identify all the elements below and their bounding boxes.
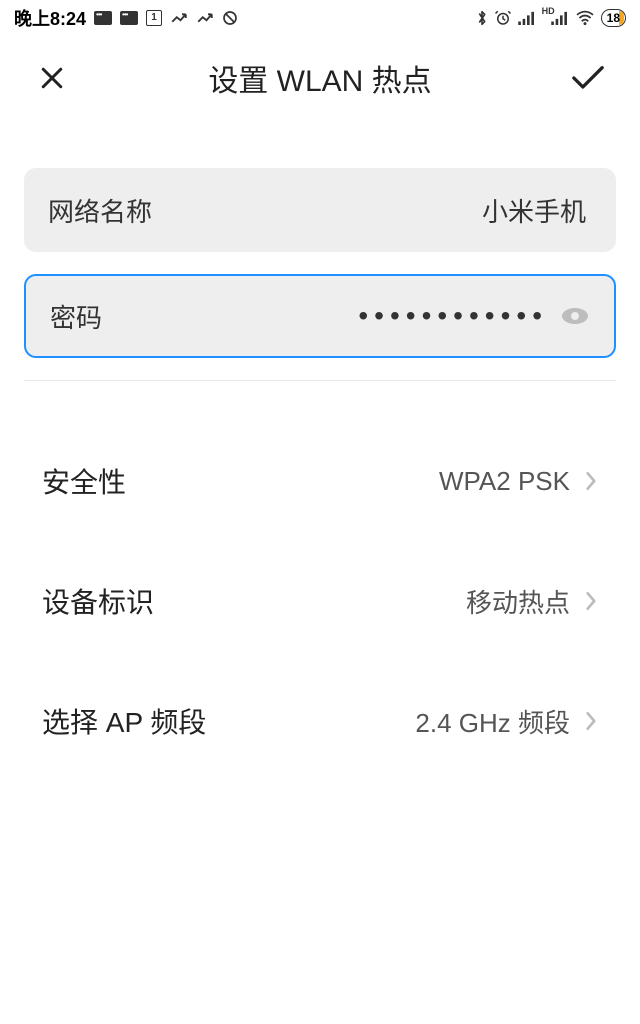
ap-band-setting[interactable]: 选择 AP 频段 2.4 GHz 频段 [24,661,616,781]
password-label: 密码 [50,298,102,335]
missed-call-icon [170,11,188,25]
battery-indicator: 18 [601,9,626,27]
checkmark-icon [570,63,606,93]
password-value: •••••••••••• [102,300,560,332]
status-bar: 晚上8:24 1 HD 18 [0,0,640,36]
ap-band-label: 选择 AP 频段 [42,701,415,741]
device-id-label: 设备标识 [42,581,466,621]
missed-call-icon [196,11,214,25]
header: 设置 WLAN 热点 [0,36,640,120]
close-button[interactable] [30,56,74,100]
hd-signal-icon: HD [542,11,569,25]
network-name-value: 小米手机 [152,192,592,229]
content: 网络名称 小米手机 密码 •••••••••••• 安全性 WPA2 PSK 设… [0,168,640,781]
chevron-right-icon [584,470,598,492]
ap-band-value: 2.4 GHz 频段 [415,703,570,740]
network-name-label: 网络名称 [48,192,152,229]
alarm-icon [494,9,512,27]
network-name-field[interactable]: 网络名称 小米手机 [24,168,616,252]
battery-level: 18 [605,11,620,25]
do-not-disturb-icon [222,10,238,26]
close-icon [37,63,67,93]
confirm-button[interactable] [566,56,610,100]
notification-icon [120,11,138,25]
device-id-setting[interactable]: 设备标识 移动热点 [24,541,616,661]
show-password-button[interactable] [560,305,590,327]
status-right: HD 18 [476,9,626,27]
chevron-right-icon [584,590,598,612]
notification-icon [94,11,112,25]
calendar-icon: 1 [146,10,162,26]
status-left: 晚上8:24 1 [14,5,238,31]
chevron-right-icon [584,710,598,732]
status-time: 晚上8:24 [14,5,86,31]
password-field[interactable]: 密码 •••••••••••• [24,274,616,358]
signal-icon [518,11,536,25]
device-id-value: 移动热点 [466,583,570,620]
divider [24,380,616,381]
security-value: WPA2 PSK [439,466,570,497]
security-setting[interactable]: 安全性 WPA2 PSK [24,421,616,541]
bluetooth-icon [476,9,488,27]
page-title: 设置 WLAN 热点 [208,56,431,100]
security-label: 安全性 [42,461,439,501]
wifi-icon [575,10,595,26]
eye-icon [560,305,590,327]
